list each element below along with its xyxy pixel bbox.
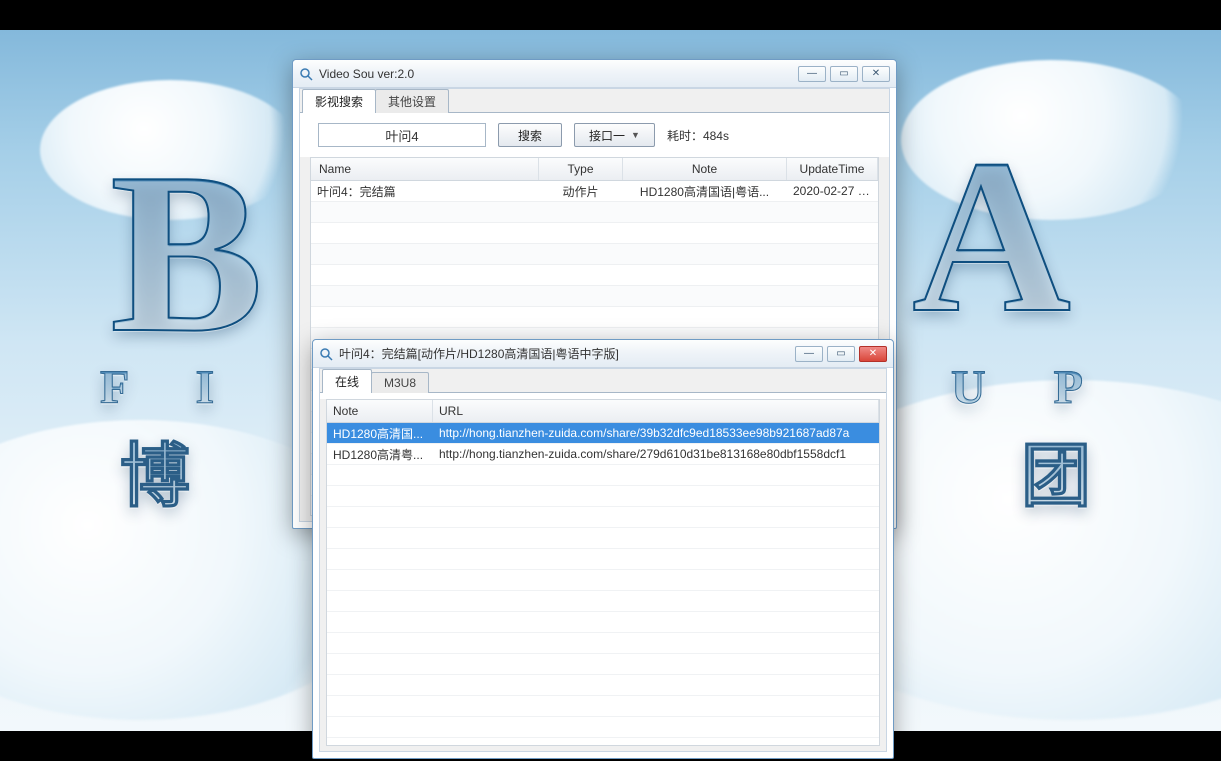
- url-header: Note URL: [327, 400, 879, 423]
- url-body[interactable]: HD1280高清国...http://hong.tianzhen-zuida.c…: [327, 423, 879, 745]
- search-input[interactable]: [318, 123, 486, 147]
- url-row-empty: [327, 549, 879, 570]
- table-row-empty: [311, 286, 878, 307]
- timer-label: 耗时：484s: [667, 127, 729, 144]
- cell-url-note: HD1280高清国...: [327, 423, 433, 444]
- tab-settings[interactable]: 其他设置: [375, 89, 449, 113]
- url-table: Note URL HD1280高清国...http://hong.tianzhe…: [326, 399, 880, 746]
- col-url[interactable]: URL: [433, 400, 879, 422]
- url-row-empty: [327, 507, 879, 528]
- maximize-button[interactable]: ▭: [827, 346, 855, 362]
- url-row[interactable]: HD1280高清国...http://hong.tianzhen-zuida.c…: [327, 423, 879, 444]
- interface-combo[interactable]: 接口一 ▼: [574, 123, 655, 147]
- url-row-empty: [327, 486, 879, 507]
- close-button[interactable]: ✕: [862, 66, 890, 82]
- cell-type: 动作片: [539, 181, 623, 202]
- url-row-empty: [327, 633, 879, 654]
- url-row-empty: [327, 528, 879, 549]
- cell-url: http://hong.tianzhen-zuida.com/share/279…: [433, 445, 879, 463]
- detail-tabs: 在线 M3U8: [320, 369, 886, 393]
- search-button-label: 搜索: [518, 127, 542, 144]
- col-type[interactable]: Type: [539, 158, 623, 180]
- url-row-empty: [327, 696, 879, 717]
- close-button[interactable]: ✕: [859, 346, 887, 362]
- table-row-empty: [311, 265, 878, 286]
- results-header: Name Type Note UpdateTime: [311, 158, 878, 181]
- col-name[interactable]: Name: [311, 158, 539, 180]
- col-note[interactable]: Note: [623, 158, 787, 180]
- bg-letter-a: A: [912, 110, 1071, 363]
- timer-value: 484s: [703, 129, 729, 143]
- url-row-empty: [327, 591, 879, 612]
- cell-time: 2020-02-27 14:05:06: [787, 182, 878, 200]
- timer-label-text: 耗时：: [667, 129, 703, 143]
- tab-m3u8[interactable]: M3U8: [371, 372, 429, 393]
- bg-letter-up: U P: [951, 360, 1111, 415]
- minimize-button[interactable]: —: [798, 66, 826, 82]
- black-bar-top: [0, 0, 1221, 30]
- url-row-empty: [327, 675, 879, 696]
- url-row-empty: [327, 717, 879, 738]
- detail-title: 叶问4：完结篇[动作片/HD1280高清国语|粤语中字版]: [339, 345, 619, 362]
- maximize-button[interactable]: ▭: [830, 66, 858, 82]
- cell-name: 叶问4：完结篇: [311, 181, 539, 202]
- detail-window: 叶问4：完结篇[动作片/HD1280高清国语|粤语中字版] — ▭ ✕ 在线 M…: [312, 339, 894, 759]
- table-row-empty: [311, 244, 878, 265]
- url-row-empty: [327, 612, 879, 633]
- chevron-down-icon: ▼: [631, 130, 640, 140]
- tab-settings-label: 其他设置: [388, 95, 436, 109]
- bg-letter-b: B: [110, 120, 263, 385]
- search-button[interactable]: 搜索: [498, 123, 562, 147]
- tab-m3u8-label: M3U8: [384, 376, 416, 390]
- table-row-empty: [311, 223, 878, 244]
- interface-combo-label: 接口一: [589, 127, 625, 144]
- tab-search-label: 影视搜索: [315, 95, 363, 109]
- main-titlebar[interactable]: Video Sou ver:2.0 — ▭ ✕: [293, 60, 896, 88]
- url-row[interactable]: HD1280高清粤...http://hong.tianzhen-zuida.c…: [327, 444, 879, 465]
- main-tabs: 影视搜索 其他设置: [300, 89, 889, 113]
- url-row-empty: [327, 570, 879, 591]
- detail-titlebar[interactable]: 叶问4：完结篇[动作片/HD1280高清国语|粤语中字版] — ▭ ✕: [313, 340, 893, 368]
- cell-url-note: HD1280高清粤...: [327, 444, 433, 465]
- table-row-empty: [311, 307, 878, 328]
- url-row-empty: [327, 465, 879, 486]
- tab-search[interactable]: 影视搜索: [302, 89, 376, 113]
- bg-cjk-right: 团: [1021, 420, 1091, 521]
- cell-note: HD1280高清国语|粤语...: [623, 181, 787, 202]
- col-time[interactable]: UpdateTime: [787, 158, 878, 180]
- table-row-empty: [311, 202, 878, 223]
- tab-online[interactable]: 在线: [322, 369, 372, 393]
- table-row[interactable]: 叶问4：完结篇动作片HD1280高清国语|粤语...2020-02-27 14:…: [311, 181, 878, 202]
- app-icon: [299, 67, 313, 81]
- tab-online-label: 在线: [335, 375, 359, 389]
- url-row-empty: [327, 654, 879, 675]
- minimize-button[interactable]: —: [795, 346, 823, 362]
- main-title: Video Sou ver:2.0: [319, 67, 414, 81]
- cell-url: http://hong.tianzhen-zuida.com/share/39b…: [433, 424, 879, 442]
- col-url-note[interactable]: Note: [327, 400, 433, 422]
- app-icon: [319, 347, 333, 361]
- bg-letter-fi: F I: [100, 360, 242, 415]
- search-row: 搜索 接口一 ▼ 耗时：484s: [300, 113, 889, 157]
- bg-cjk-left: 博: [120, 420, 190, 521]
